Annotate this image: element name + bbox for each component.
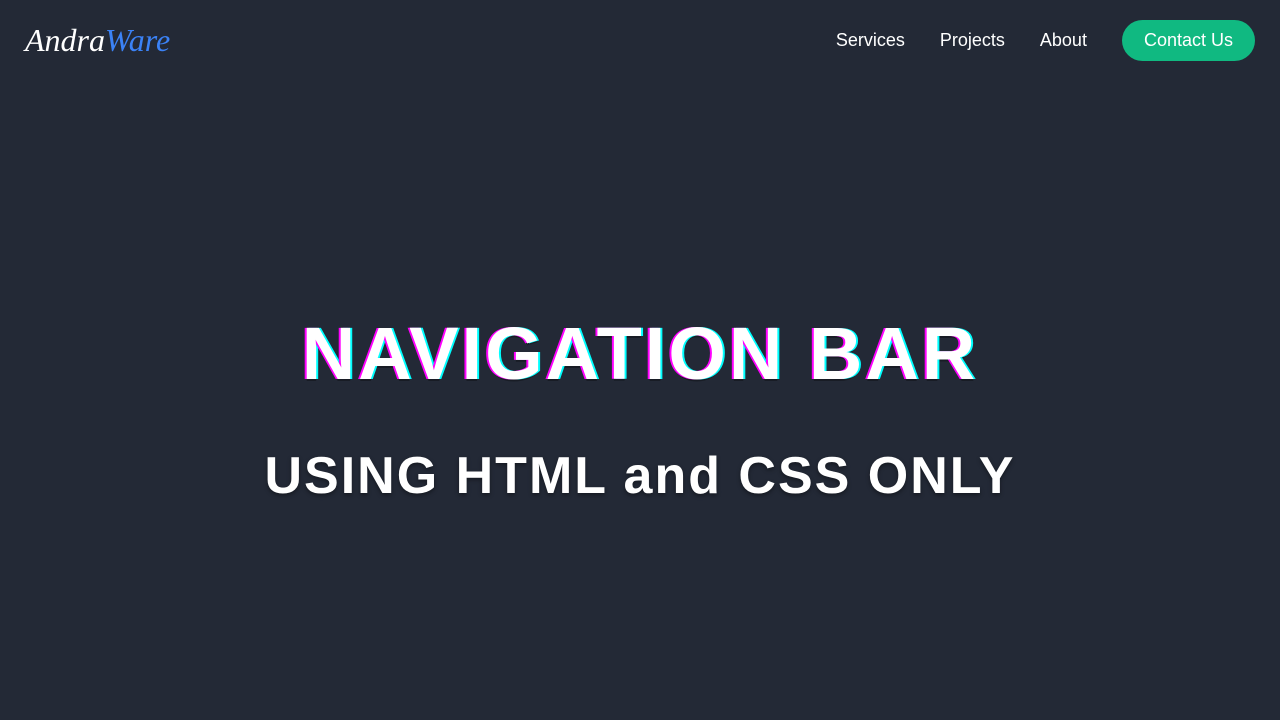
navbar: AndraWare Services Projects About Contac…	[0, 0, 1280, 81]
hero-title: NAVIGATION BAR	[302, 311, 978, 396]
contact-us-button[interactable]: Contact Us	[1122, 20, 1255, 61]
hero-subtitle: USING HTML and CSS ONLY	[265, 446, 1016, 506]
nav-links: Services Projects About Contact Us	[836, 20, 1255, 61]
logo[interactable]: AndraWare	[25, 22, 170, 59]
logo-text-first: Andra	[25, 22, 105, 58]
nav-link-projects[interactable]: Projects	[940, 30, 1005, 51]
nav-link-about[interactable]: About	[1040, 30, 1087, 51]
hero-section: NAVIGATION BAR USING HTML and CSS ONLY	[0, 311, 1280, 506]
logo-text-second: Ware	[105, 22, 170, 58]
nav-link-services[interactable]: Services	[836, 30, 905, 51]
